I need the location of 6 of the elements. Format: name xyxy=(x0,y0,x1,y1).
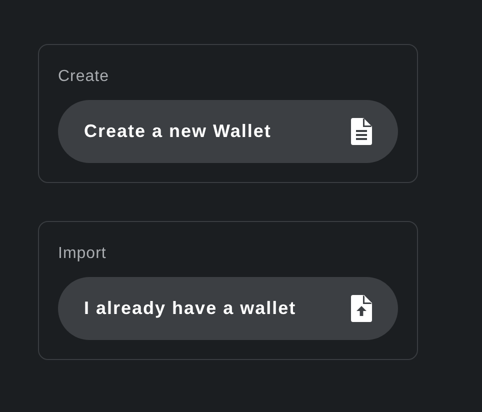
file-upload-icon xyxy=(351,295,372,322)
create-wallet-button[interactable]: Create a new Wallet xyxy=(58,100,398,163)
import-wallet-button[interactable]: I already have a wallet xyxy=(58,277,398,340)
section-heading: Import xyxy=(58,244,106,264)
section-heading: Create xyxy=(58,67,110,87)
document-icon xyxy=(351,118,372,145)
